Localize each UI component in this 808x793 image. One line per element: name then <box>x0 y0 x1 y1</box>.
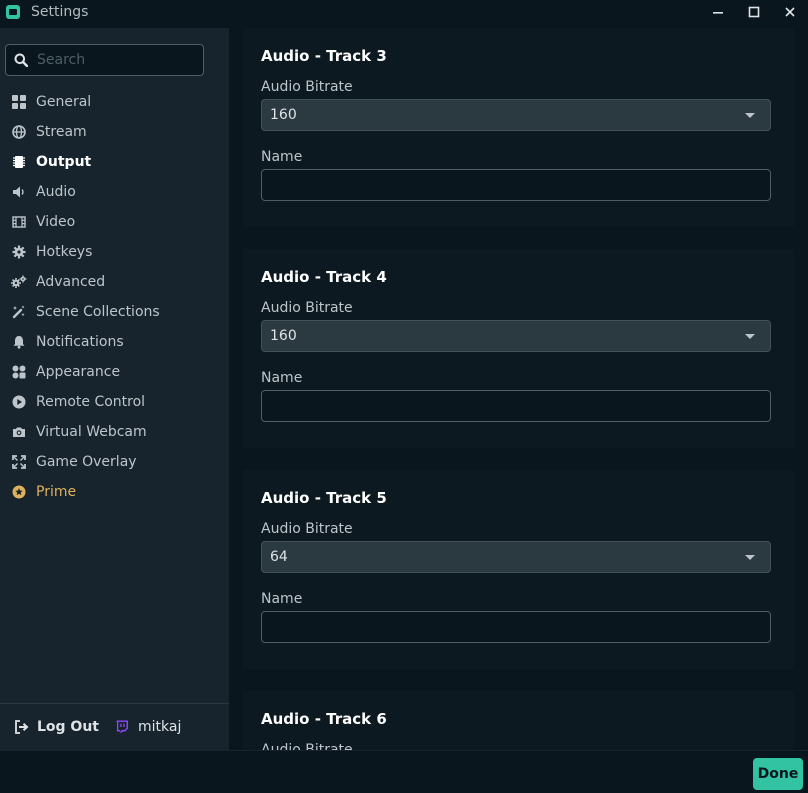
sidebar-item-video[interactable]: Video <box>0 207 229 237</box>
camera-icon <box>11 424 27 440</box>
track-name-input[interactable] <box>261 169 771 201</box>
close-icon[interactable] <box>772 0 808 24</box>
sidebar-item-label: Virtual Webcam <box>36 424 147 440</box>
audio-bitrate-select[interactable]: 160 <box>261 320 771 352</box>
field-label: Audio Bitrate <box>261 300 353 316</box>
audio-track-3-section: Audio - Track 3 Audio Bitrate 160 Name <box>243 28 794 227</box>
section-title: Audio - Track 3 <box>261 47 387 65</box>
title-bar: Settings <box>0 0 808 24</box>
magic-wand-icon <box>11 304 27 320</box>
audio-track-6-section: Audio - Track 6 Audio Bitrate <box>243 691 794 750</box>
window-controls <box>700 0 808 24</box>
chip-icon <box>11 154 27 170</box>
select-value: 64 <box>270 549 288 565</box>
user-account: mitkaj <box>114 719 181 735</box>
sidebar-item-label: Output <box>36 154 92 170</box>
select-value: 160 <box>270 107 297 123</box>
done-button[interactable]: Done <box>753 758 803 790</box>
sidebar-item-general[interactable]: General <box>0 87 229 117</box>
sidebar-item-prime[interactable]: Prime <box>0 477 229 507</box>
sidebar-item-label: Audio <box>36 184 76 200</box>
track-name-input[interactable] <box>261 611 771 643</box>
field-label: Audio Bitrate <box>261 742 353 750</box>
field-label: Audio Bitrate <box>261 79 353 95</box>
sidebar-item-stream[interactable]: Stream <box>0 117 229 147</box>
track-name-input[interactable] <box>261 390 771 422</box>
chevron-down-icon <box>745 555 755 560</box>
gear-icon <box>11 244 27 260</box>
sidebar-item-label: Appearance <box>36 364 121 380</box>
app-logo-icon <box>6 5 20 19</box>
sidebar-item-audio[interactable]: Audio <box>0 177 229 207</box>
sidebar-item-label: Video <box>36 214 76 230</box>
audio-track-4-section: Audio - Track 4 Audio Bitrate 160 Name <box>243 249 794 448</box>
search-input[interactable] <box>37 52 187 68</box>
bottom-bar: Done <box>0 750 808 793</box>
sidebar-item-appearance[interactable]: Appearance <box>0 357 229 387</box>
logout-icon <box>13 719 29 735</box>
grid-icon <box>11 94 27 110</box>
settings-nav: General Stream Output Audio Video Hotkey… <box>0 87 229 507</box>
sidebar-item-label: Advanced <box>36 274 106 290</box>
section-title: Audio - Track 4 <box>261 268 387 286</box>
logout-button[interactable]: Log Out <box>13 719 99 735</box>
sidebar-item-virtual-webcam[interactable]: Virtual Webcam <box>0 417 229 447</box>
section-title: Audio - Track 6 <box>261 710 387 728</box>
minimize-icon[interactable] <box>700 0 736 24</box>
sidebar-item-output[interactable]: Output <box>0 147 229 177</box>
search-icon <box>14 53 28 67</box>
play-circle-icon <box>11 394 27 410</box>
sidebar-item-label: Game Overlay <box>36 454 137 470</box>
sidebar-item-label: Notifications <box>36 334 124 350</box>
sidebar-item-remote-control[interactable]: Remote Control <box>0 387 229 417</box>
film-icon <box>11 214 27 230</box>
logout-label: Log Out <box>37 719 99 735</box>
sidebar-item-label: Stream <box>36 124 87 140</box>
search-box <box>5 44 204 76</box>
bell-icon <box>11 334 27 350</box>
maximize-icon[interactable] <box>736 0 772 24</box>
gears-icon <box>11 274 27 290</box>
globe-icon <box>11 124 27 140</box>
sidebar-item-label: Prime <box>36 484 77 500</box>
settings-content: Audio - Track 3 Audio Bitrate 160 Name A… <box>229 28 808 750</box>
palette-icon <box>11 364 27 380</box>
speaker-icon <box>11 184 27 200</box>
select-value: 160 <box>270 328 297 344</box>
sidebar-item-label: General <box>36 94 92 110</box>
sidebar-item-notifications[interactable]: Notifications <box>0 327 229 357</box>
field-label: Audio Bitrate <box>261 521 353 537</box>
window-title: Settings <box>31 4 89 20</box>
twitch-icon <box>114 719 130 735</box>
sidebar-item-advanced[interactable]: Advanced <box>0 267 229 297</box>
field-label: Name <box>261 370 303 386</box>
username-label: mitkaj <box>138 719 182 735</box>
sidebar-footer: Log Out mitkaj <box>0 703 229 750</box>
field-label: Name <box>261 149 303 165</box>
chevron-down-icon <box>745 334 755 339</box>
audio-bitrate-select[interactable]: 64 <box>261 541 771 573</box>
audio-bitrate-select[interactable]: 160 <box>261 99 771 131</box>
chevron-down-icon <box>745 113 755 118</box>
sidebar-item-game-overlay[interactable]: Game Overlay <box>0 447 229 477</box>
prime-badge-icon <box>11 484 27 500</box>
expand-icon <box>11 454 27 470</box>
settings-sidebar: General Stream Output Audio Video <box>0 28 229 750</box>
sidebar-item-label: Remote Control <box>36 394 146 410</box>
field-label: Name <box>261 591 303 607</box>
sidebar-item-scene-collections[interactable]: Scene Collections <box>0 297 229 327</box>
section-title: Audio - Track 5 <box>261 489 387 507</box>
sidebar-item-label: Hotkeys <box>36 244 93 260</box>
sidebar-item-hotkeys[interactable]: Hotkeys <box>0 237 229 267</box>
audio-track-5-section: Audio - Track 5 Audio Bitrate 64 Name <box>243 470 794 669</box>
sidebar-item-label: Scene Collections <box>36 304 160 320</box>
